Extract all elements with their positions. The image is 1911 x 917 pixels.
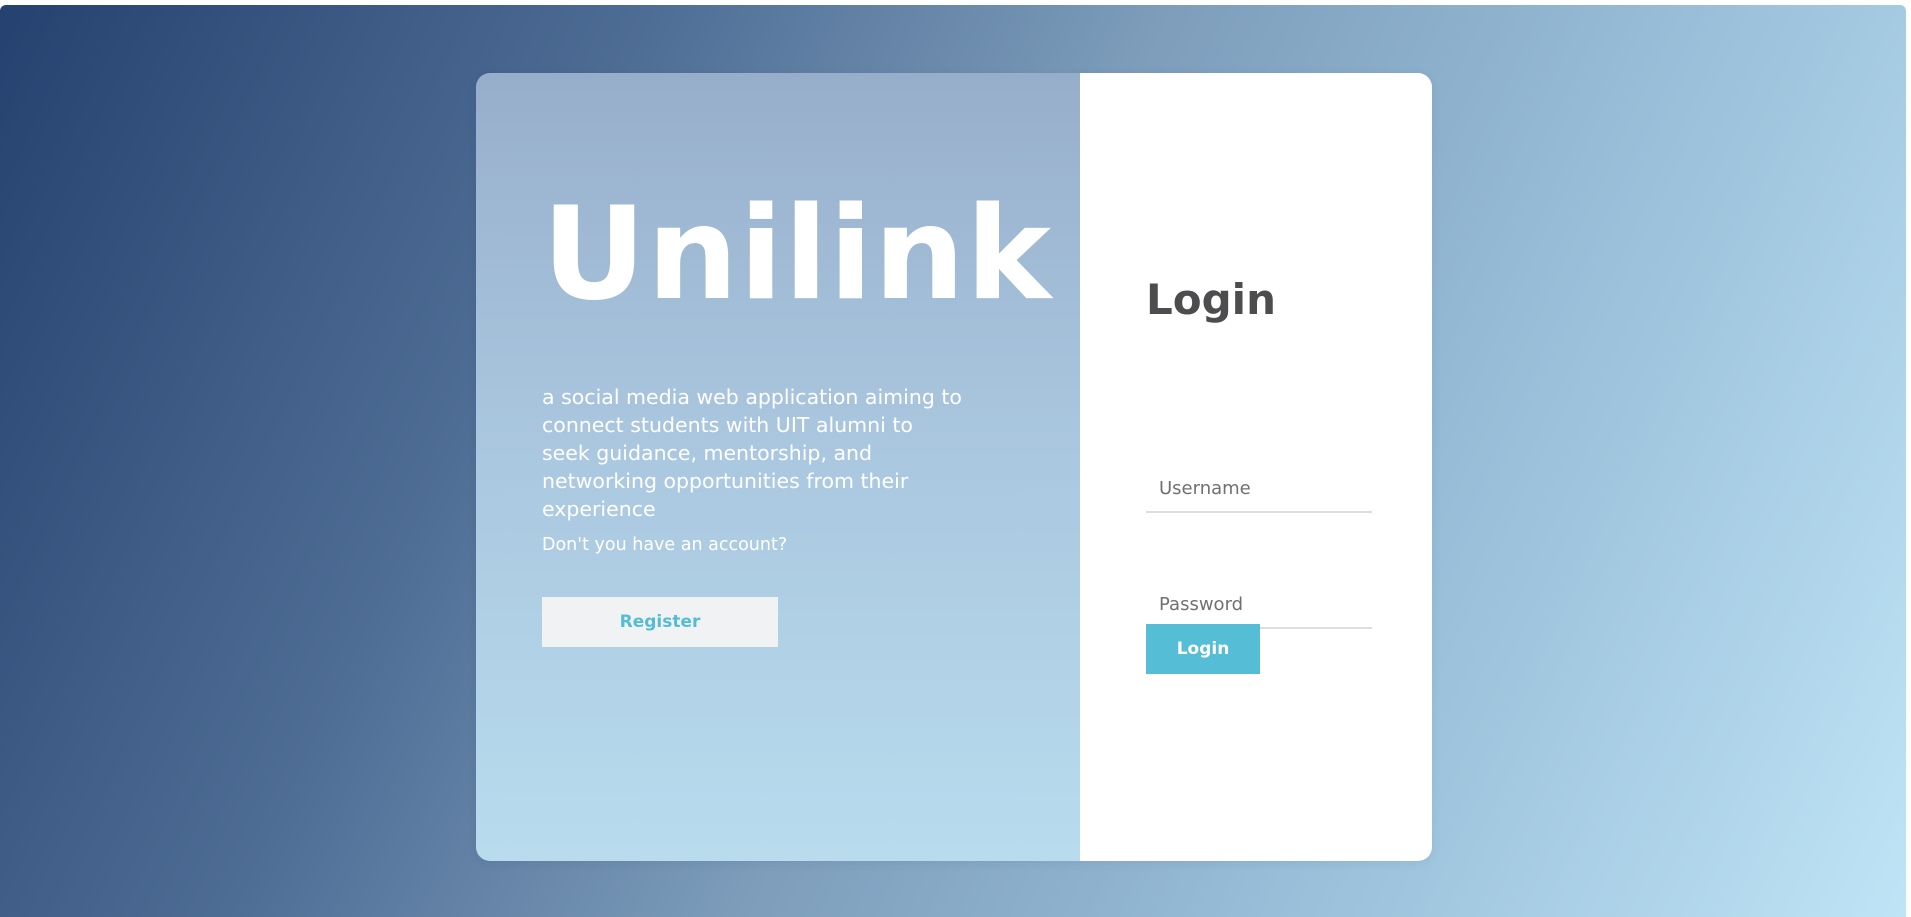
app-logo-title: Unilink xyxy=(542,180,1052,329)
username-input[interactable] xyxy=(1146,465,1372,513)
password-input[interactable] xyxy=(1146,581,1372,629)
login-button[interactable]: Login xyxy=(1146,624,1260,674)
welcome-panel: Unilink a social media web application a… xyxy=(476,73,1080,861)
app-tagline: a social media web application aiming to… xyxy=(542,385,962,521)
register-prompt: Don't you have an account? xyxy=(542,535,788,555)
auth-card: Unilink a social media web application a… xyxy=(476,73,1432,861)
login-panel: Login Login xyxy=(1080,73,1432,861)
login-heading: Login xyxy=(1146,275,1276,324)
register-button[interactable]: Register xyxy=(542,597,778,647)
page-background: Unilink a social media web application a… xyxy=(0,5,1906,917)
